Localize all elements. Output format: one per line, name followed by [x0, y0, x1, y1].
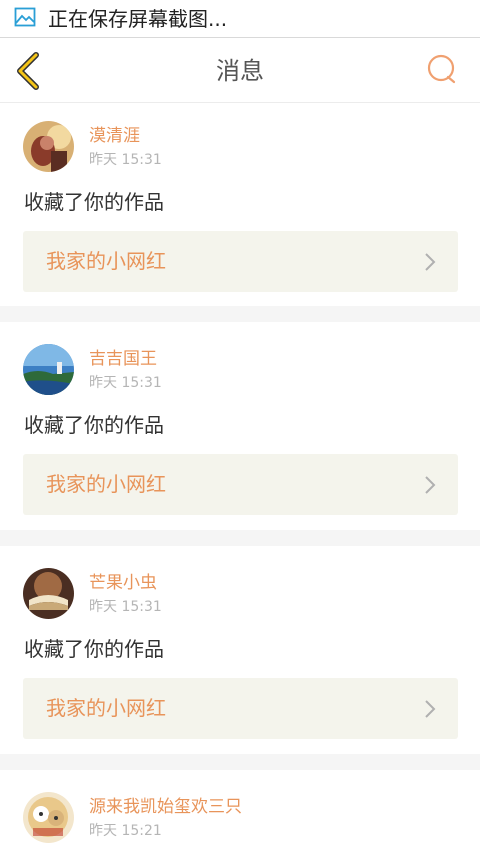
chevron-right-icon [424, 699, 436, 719]
avatar[interactable] [23, 568, 74, 619]
status-text: 正在保存屏幕截图... [48, 7, 228, 31]
user-name[interactable]: 芒果小虫 [89, 572, 157, 594]
card-separator [0, 754, 480, 770]
nav-bar: 消息 [0, 39, 480, 103]
message-card: 芒果小虫 昨天 15:31 收藏了你的作品 我家的小网红 [0, 546, 480, 754]
chevron-right-icon [424, 475, 436, 495]
card-separator [0, 530, 480, 546]
timestamp: 昨天 15:31 [89, 599, 162, 615]
work-link[interactable]: 我家的小网红 [23, 678, 458, 739]
work-link[interactable]: 我家的小网红 [23, 454, 458, 515]
action-text: 收藏了你的作品 [24, 413, 164, 437]
user-name[interactable]: 漠清涯 [89, 125, 140, 147]
message-card: 吉吉国王 昨天 15:31 收藏了你的作品 我家的小网红 [0, 322, 480, 530]
action-text: 收藏了你的作品 [24, 190, 164, 214]
timestamp: 昨天 15:21 [89, 823, 162, 839]
timestamp: 昨天 15:31 [89, 375, 162, 391]
message-card: 漠清涯 昨天 15:31 收藏了你的作品 我家的小网红 [0, 104, 480, 306]
action-text: 收藏了你的作品 [24, 637, 164, 661]
chevron-right-icon [424, 252, 436, 272]
user-name[interactable]: 源来我凯始玺欢三只 [89, 796, 242, 818]
work-link[interactable]: 我家的小网红 [23, 231, 458, 292]
screenshot-icon [14, 6, 36, 28]
avatar[interactable] [23, 792, 74, 843]
search-icon[interactable] [426, 53, 458, 85]
card-separator [0, 306, 480, 322]
page-title: 消息 [216, 57, 264, 85]
user-name[interactable]: 吉吉国王 [89, 348, 157, 370]
work-title: 我家的小网红 [46, 696, 166, 720]
status-bar: 正在保存屏幕截图... [0, 0, 480, 38]
work-title: 我家的小网红 [46, 472, 166, 496]
timestamp: 昨天 15:31 [89, 152, 162, 168]
message-card: 源来我凯始玺欢三只 昨天 15:21 [0, 770, 480, 854]
work-title: 我家的小网红 [46, 249, 166, 273]
avatar[interactable] [23, 344, 74, 395]
avatar[interactable] [23, 121, 74, 172]
